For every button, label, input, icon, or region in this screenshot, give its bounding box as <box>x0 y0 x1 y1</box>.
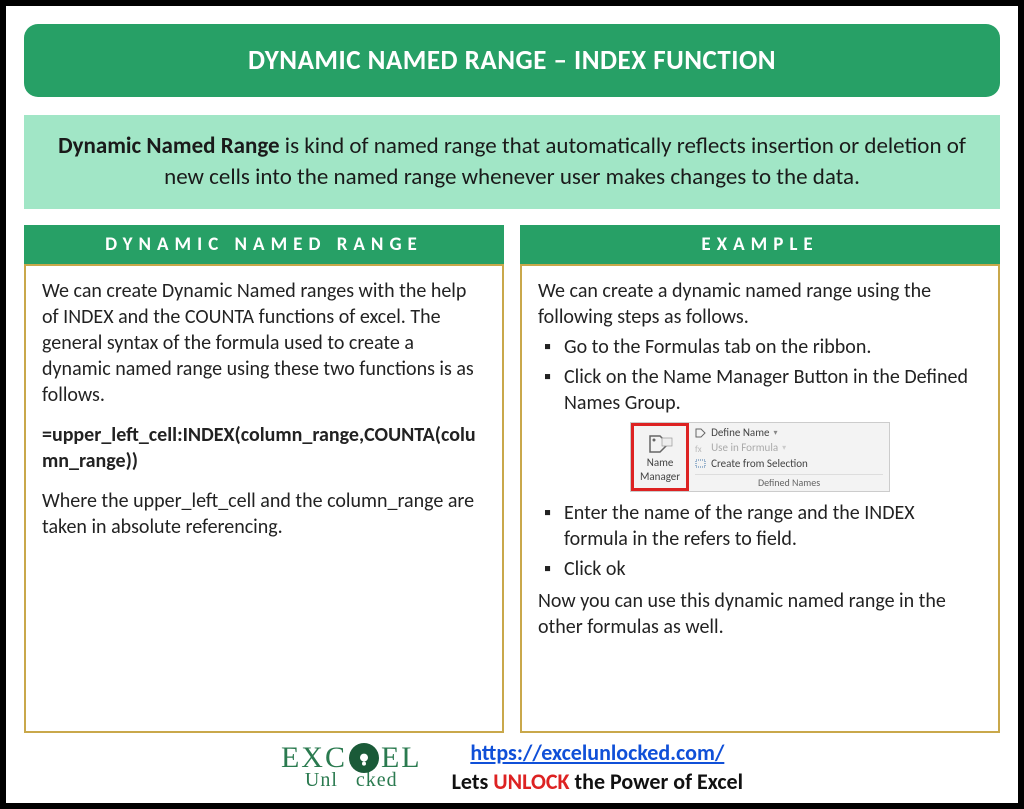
website-link[interactable]: https://excelunlocked.com/ <box>470 739 724 766</box>
steps-list-a: Go to the Formulas tab on the ribbon. Cl… <box>538 334 982 416</box>
chevron-down-icon: ▾ <box>782 443 786 453</box>
left-column-header: DYNAMIC NAMED RANGE <box>24 225 504 264</box>
tagline-pre: Lets <box>452 768 494 795</box>
create-from-selection-label: Create from Selection <box>711 457 808 471</box>
tagline: Lets UNLOCK the Power of Excel <box>452 768 743 795</box>
ribbon-options: Define Name ▾ fx Use in Formula ▾ Create… <box>689 423 889 491</box>
definition-text: is kind of named range that automaticall… <box>164 132 966 191</box>
list-item: Go to the Formulas tab on the ribbon. <box>544 334 982 360</box>
right-intro-text: We can create a dynamic named range usin… <box>538 278 982 330</box>
left-intro-text: We can create Dynamic Named ranges with … <box>42 278 486 408</box>
page-title: DYNAMIC NAMED RANGE – INDEX FUNCTION <box>24 24 1000 97</box>
columns-container: DYNAMIC NAMED RANGE We can create Dynami… <box>24 225 1000 733</box>
steps-list-b: Enter the name of the range and the INDE… <box>538 500 982 582</box>
define-name-option: Define Name ▾ <box>695 426 883 440</box>
right-column: EXAMPLE We can create a dynamic named ra… <box>520 225 1000 733</box>
lock-icon <box>349 743 379 773</box>
definition-box: Dynamic Named Range is kind of named ran… <box>24 115 1000 209</box>
left-footnote-text: Where the upper_left_cell and the column… <box>42 488 486 540</box>
tagline-unlock: UNLOCK <box>493 768 569 795</box>
use-in-formula-label: Use in Formula <box>711 441 778 455</box>
right-column-header: EXAMPLE <box>520 225 1000 264</box>
name-manager-label-2: Manager <box>640 470 680 484</box>
name-manager-label-1: Name <box>647 456 674 470</box>
brand-logo: EXCEL Unlcked <box>281 743 422 792</box>
selection-icon <box>695 459 707 469</box>
right-outro-text: Now you can use this dynamic named range… <box>538 588 982 640</box>
formula-text: =upper_left_cell:INDEX(column_range,COUN… <box>42 422 486 474</box>
footer-text-block: https://excelunlocked.com/ Lets UNLOCK t… <box>452 739 743 795</box>
left-column-body: We can create Dynamic Named ranges with … <box>24 264 504 733</box>
ribbon-screenshot: Name Manager Define Name ▾ fx Use in For… <box>630 422 890 492</box>
list-item: Enter the name of the range and the INDE… <box>544 500 982 552</box>
tag-icon <box>646 432 674 456</box>
formula-icon: fx <box>695 444 707 454</box>
ribbon-group-label: Defined Names <box>695 474 883 489</box>
definition-bold: Dynamic Named Range <box>58 132 280 160</box>
use-in-formula-option: fx Use in Formula ▾ <box>695 441 883 455</box>
define-name-label: Define Name <box>711 426 769 440</box>
name-manager-button: Name Manager <box>631 423 689 491</box>
tag-icon <box>695 428 707 438</box>
create-from-selection-option: Create from Selection <box>695 457 883 471</box>
list-item: Click ok <box>544 556 982 582</box>
tagline-post: the Power of Excel <box>570 768 743 795</box>
svg-text:fx: fx <box>695 444 702 454</box>
list-item: Click on the Name Manager Button in the … <box>544 364 982 416</box>
brand-top-text: EXCEL <box>281 743 422 773</box>
right-column-body: We can create a dynamic named range usin… <box>520 264 1000 733</box>
footer: EXCEL Unlcked https://excelunlocked.com/… <box>24 739 1000 795</box>
chevron-down-icon: ▾ <box>773 428 777 438</box>
left-column: DYNAMIC NAMED RANGE We can create Dynami… <box>24 225 504 733</box>
